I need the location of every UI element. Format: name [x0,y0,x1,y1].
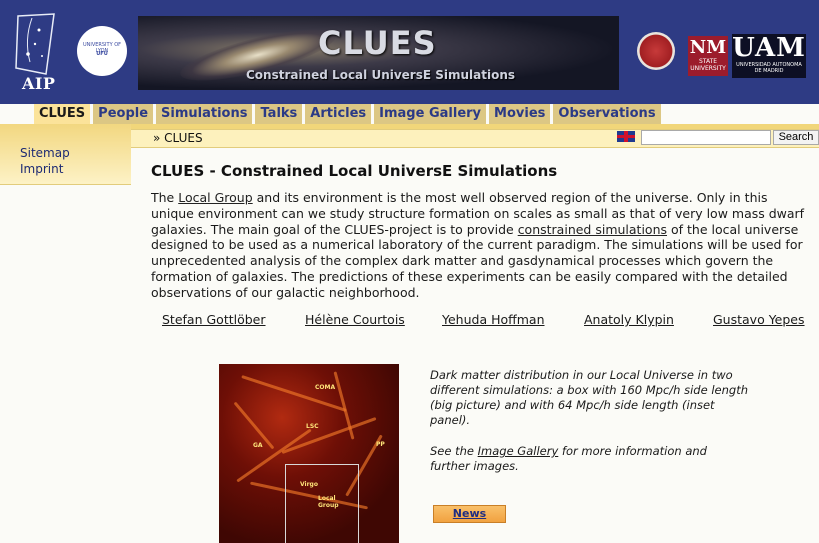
filament [241,375,347,412]
aip-label: AIP [22,74,56,93]
uam-logo-text: UNIVERSIDAD AUTONOMA DE MADRID [736,62,802,74]
news-button[interactable]: News [433,505,506,523]
tab-talks[interactable]: Talks [255,104,303,124]
label-coma: COMA [315,384,336,391]
sidebar: Sitemap Imprint [0,124,131,185]
tab-simulations[interactable]: Simulations [156,104,253,124]
gallery-note-prefix: See the [430,444,478,458]
label-virgo: Virgo [300,481,318,488]
label-local-group: Local Group [318,495,339,509]
dark-matter-simulation-image[interactable]: COMA LSC GA PP Virgo Local Group [219,364,399,543]
site-header: AIP UNIVERSITY OF LYON UFU CLUES Constra… [0,0,819,104]
tab-people[interactable]: People [93,104,154,124]
tab-articles[interactable]: Articles [305,104,372,124]
person-link-yepes[interactable]: Gustavo Yepes [713,312,805,327]
gallery-note: See the Image Gallery for more informati… [430,444,750,474]
tab-movies[interactable]: Movies [489,104,551,124]
constrained-simulations-link[interactable]: constrained simulations [518,222,667,237]
filament [281,416,377,455]
banner-title: CLUES [318,24,437,62]
nmsu-logo-text: STATE UNIVERSITY [690,58,726,72]
university-seal-icon[interactable] [637,32,675,70]
english-flag-icon[interactable] [617,131,635,142]
tab-clues[interactable]: CLUES [34,104,91,124]
university-logo[interactable]: UNIVERSITY OF LYON UFU [77,26,127,76]
inset-panel: Virgo Local Group [285,464,359,543]
search-input[interactable] [641,130,771,145]
sidebar-item-imprint[interactable]: Imprint [20,162,63,176]
person-link-klypin[interactable]: Anatoly Klypin [584,312,674,327]
nmsu-logo[interactable]: NM STATE UNIVERSITY [688,36,728,76]
main-nav-tabs: CLUES People Simulations Talks Articles … [34,104,664,124]
person-link-hoffman[interactable]: Yehuda Hoffman [442,312,545,327]
search-button[interactable]: Search [773,130,819,145]
nmsu-logo-mark: NM [689,37,727,58]
local-group-link[interactable]: Local Group [178,190,252,205]
person-link-courtois[interactable]: Hélène Courtois [305,312,405,327]
clues-banner: CLUES Constrained Local UniversE Simulat… [138,16,619,90]
image-gallery-link[interactable]: Image Gallery [478,444,559,458]
university-logo-line2: UFU [96,51,108,57]
uam-logo[interactable]: UAM UNIVERSIDAD AUTONOMA DE MADRID [732,34,806,78]
label-lsc: LSC [306,423,319,430]
intro-text-1: The [151,190,179,205]
sidebar-item-sitemap[interactable]: Sitemap [20,146,70,160]
banner-subtitle: Constrained Local UniversE Simulations [246,68,516,82]
person-link-gottlober[interactable]: Stefan Gottlöber [162,312,266,327]
page-title: CLUES - Constrained Local UniversE Simul… [151,162,558,180]
label-pp: PP [376,441,385,448]
breadcrumb-bar: » CLUES Search [131,129,819,148]
breadcrumb[interactable]: » CLUES [153,130,203,147]
uam-logo-mark: UAM [732,33,806,63]
tab-image-gallery[interactable]: Image Gallery [374,104,487,124]
label-ga: GA [253,442,263,449]
tab-observations[interactable]: Observations [553,104,661,124]
intro-paragraph: The Local Group and its environment is t… [151,190,807,301]
image-caption: Dark matter distribution in our Local Un… [430,368,748,427]
